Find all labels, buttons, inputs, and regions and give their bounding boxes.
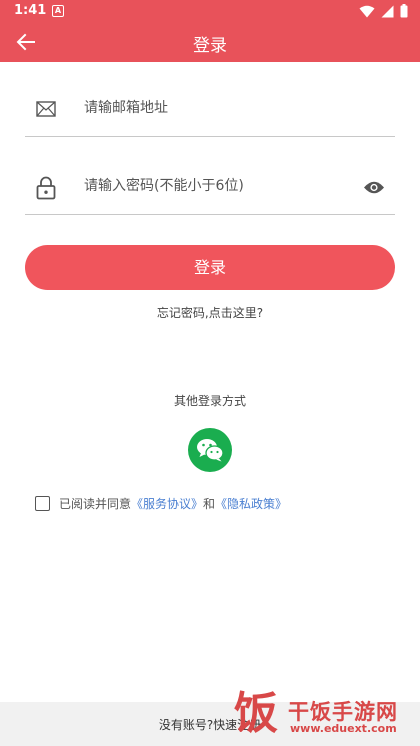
password-field bbox=[25, 162, 395, 215]
eye-icon[interactable] bbox=[363, 180, 385, 195]
status-time: 1:41 bbox=[14, 3, 47, 18]
forgot-password-link[interactable]: 忘记密码,点击这里? bbox=[0, 304, 420, 321]
wechat-icon bbox=[197, 439, 224, 462]
watermark-url: www.eduext.com bbox=[290, 722, 397, 735]
other-login-label: 其他登录方式 bbox=[173, 394, 246, 408]
agreement-and: 和 bbox=[203, 497, 216, 511]
login-button[interactable]: 登录 bbox=[25, 245, 395, 290]
mail-icon bbox=[36, 101, 56, 117]
lock-icon bbox=[36, 176, 56, 200]
notification-icon: A bbox=[52, 5, 64, 17]
agreement-checkbox[interactable] bbox=[35, 496, 50, 511]
privacy-link[interactable]: 《隐私政策》 bbox=[215, 495, 287, 512]
battery-icon bbox=[400, 4, 408, 18]
agreement-row: 已阅读并同意 《服务协议》 和 《隐私政策》 bbox=[35, 495, 287, 512]
page-title: 登录 bbox=[193, 36, 227, 56]
signal-icon bbox=[381, 5, 394, 17]
email-input[interactable] bbox=[82, 99, 346, 117]
email-field bbox=[25, 84, 395, 137]
status-bar: 1:41 A bbox=[0, 0, 420, 22]
password-input[interactable] bbox=[82, 177, 346, 195]
wechat-login-button[interactable] bbox=[188, 428, 232, 472]
watermark-logo: 饭 bbox=[234, 688, 278, 739]
status-right bbox=[359, 4, 408, 18]
wifi-icon bbox=[359, 5, 375, 17]
terms-link[interactable]: 《服务协议》 bbox=[131, 495, 203, 512]
app-bar: 登录 bbox=[0, 22, 420, 62]
agreement-prefix: 已阅读并同意 bbox=[59, 497, 132, 511]
watermark: 饭 干饭手游网 www.eduext.com bbox=[234, 688, 414, 742]
